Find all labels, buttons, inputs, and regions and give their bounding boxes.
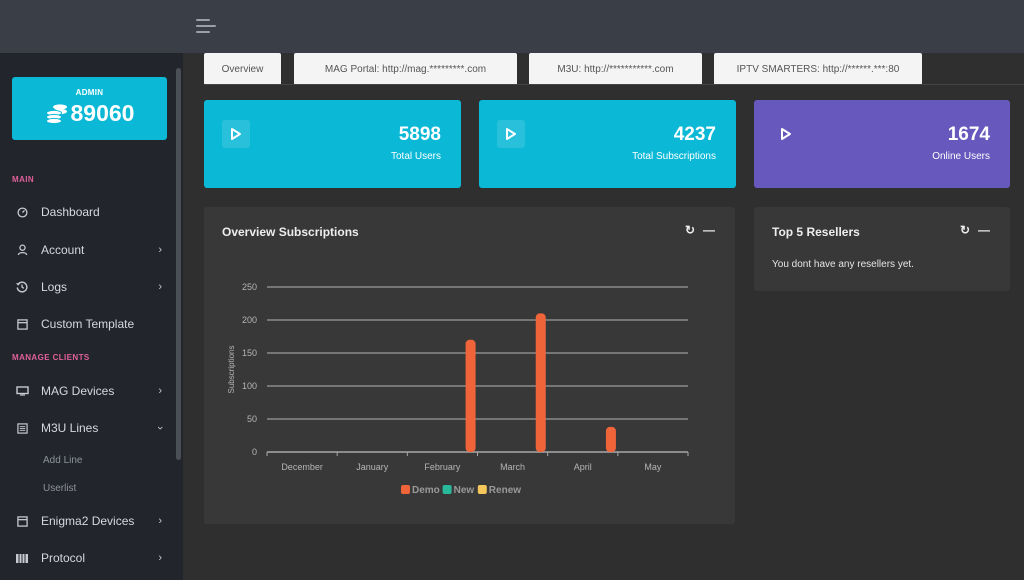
chevron-down-icon: › xyxy=(154,426,167,430)
y-tick-label: 100 xyxy=(242,381,257,391)
stat-label: Online Users xyxy=(932,151,990,162)
tab-m3u[interactable]: M3U: http://***********.com xyxy=(529,53,702,85)
sidebar-scrollbar[interactable] xyxy=(176,68,181,460)
legend-swatch-demo xyxy=(401,485,410,494)
stat-card-total-users: 5898 Total Users xyxy=(204,100,461,188)
sidebar-item-custom-template[interactable]: Custom Template xyxy=(0,309,176,339)
stat-card-total-subscriptions: 4237 Total Subscriptions xyxy=(479,100,736,188)
y-tick-label: 200 xyxy=(242,315,257,325)
minus-icon[interactable]: — xyxy=(978,223,990,237)
tabs-divider xyxy=(204,84,1024,85)
chevron-right-icon: › xyxy=(158,281,162,293)
sidebar-item-label: M3U Lines xyxy=(41,421,99,435)
y-tick-label: 0 xyxy=(252,447,257,457)
play-icon xyxy=(222,120,250,148)
sidebar: ADMIN 89060 MAIN Dashboard Account › Log… xyxy=(0,53,183,580)
chevron-right-icon: › xyxy=(158,515,162,527)
bar-demo xyxy=(465,339,476,452)
sidebar-subitem-userlist[interactable]: Userlist xyxy=(43,483,76,494)
subscriptions-chart: 0 50 100 150 200 250 December January February Ma… xyxy=(227,282,689,496)
chevron-right-icon: › xyxy=(158,385,162,397)
admin-credits-card: ADMIN 89060 xyxy=(12,77,167,140)
y-axis-label: Subscriptions xyxy=(227,345,236,393)
sidebar-item-label: Enigma2 Devices xyxy=(41,514,135,528)
stat-value: 1674 xyxy=(947,124,990,145)
stat-value: 4237 xyxy=(673,124,716,145)
monitor-icon xyxy=(15,384,29,398)
x-tick-label: February xyxy=(424,462,461,472)
chevron-right-icon: › xyxy=(158,244,162,256)
top-resellers-panel: Top 5 Resellers ↻ — You dont have any re… xyxy=(754,207,1010,291)
bar-demo xyxy=(605,426,616,452)
sidebar-item-label: Logs xyxy=(41,280,68,294)
history-icon xyxy=(15,280,29,294)
x-tick-label: May xyxy=(644,462,662,472)
admin-credits-value: 89060 xyxy=(70,100,135,126)
bar-demo xyxy=(535,313,546,452)
legend-label-demo: Demo xyxy=(412,485,440,496)
stat-label: Total Subscriptions xyxy=(632,151,716,162)
section-label-manage-clients: MANAGE CLIENTS xyxy=(12,353,90,362)
sidebar-item-account[interactable]: Account › xyxy=(0,235,176,265)
x-tick-label: April xyxy=(574,462,592,472)
y-tick-label: 150 xyxy=(242,348,257,358)
sidebar-item-label: Custom Template xyxy=(41,317,135,331)
play-icon xyxy=(772,120,800,148)
dashboard-icon xyxy=(15,205,29,219)
barcode-icon xyxy=(15,551,29,565)
chevron-right-icon: › xyxy=(158,552,162,564)
sidebar-item-label: Account xyxy=(41,243,85,257)
list-icon xyxy=(15,421,29,435)
admin-label: ADMIN xyxy=(75,88,104,97)
sidebar-item-label: Protocol xyxy=(41,551,86,565)
tab-overview[interactable]: Overview xyxy=(204,53,281,85)
sidebar-item-logs[interactable]: Logs › xyxy=(0,272,176,302)
stat-value: 5898 xyxy=(398,124,441,145)
sidebar-item-mag-devices[interactable]: MAG Devices › xyxy=(0,376,176,406)
sidebar-item-enigma2-devices[interactable]: Enigma2 Devices › xyxy=(0,506,176,536)
overview-subscriptions-panel: Overview Subscriptions ↻ — 0 50 100 150 200 2… xyxy=(204,207,735,524)
hamburger-menu-icon[interactable] xyxy=(196,19,216,33)
legend-label-renew: Renew xyxy=(489,485,521,496)
coins-icon xyxy=(45,103,67,124)
sidebar-item-protocol[interactable]: Protocol › xyxy=(0,543,176,573)
resellers-empty-message: You dont have any resellers yet. xyxy=(772,259,914,270)
x-tick-label: March xyxy=(500,462,525,472)
legend-swatch-new xyxy=(442,485,452,494)
stat-label: Total Users xyxy=(390,151,441,162)
play-icon xyxy=(497,120,525,148)
sidebar-item-label: MAG Devices xyxy=(41,384,115,398)
tab-iptv-smarters[interactable]: IPTV SMARTERS: http://******.***:80 xyxy=(714,53,922,85)
x-tick-label: January xyxy=(356,462,389,472)
legend-swatch-renew xyxy=(477,485,487,494)
user-icon xyxy=(15,243,29,257)
top-bar xyxy=(0,0,1024,53)
template-icon xyxy=(15,317,29,331)
legend-label-new: New xyxy=(454,485,475,496)
template-icon xyxy=(15,514,29,528)
section-label-main: MAIN xyxy=(12,175,35,184)
tab-mag-portal[interactable]: MAG Portal: http://mag.*********.com xyxy=(294,53,517,85)
panel-title: Top 5 Resellers xyxy=(772,225,860,239)
x-tick-label: December xyxy=(281,462,323,472)
stat-card-online-users: 1674 Online Users xyxy=(754,100,1010,188)
y-tick-label: 50 xyxy=(247,414,257,424)
refresh-icon[interactable]: ↻ xyxy=(960,223,970,237)
sidebar-item-label: Dashboard xyxy=(41,205,100,219)
sidebar-item-dashboard[interactable]: Dashboard xyxy=(0,197,176,227)
sidebar-subitem-add-line[interactable]: Add Line xyxy=(43,455,82,466)
y-tick-label: 250 xyxy=(242,282,257,292)
sidebar-item-m3u-lines[interactable]: M3U Lines › xyxy=(0,413,176,443)
